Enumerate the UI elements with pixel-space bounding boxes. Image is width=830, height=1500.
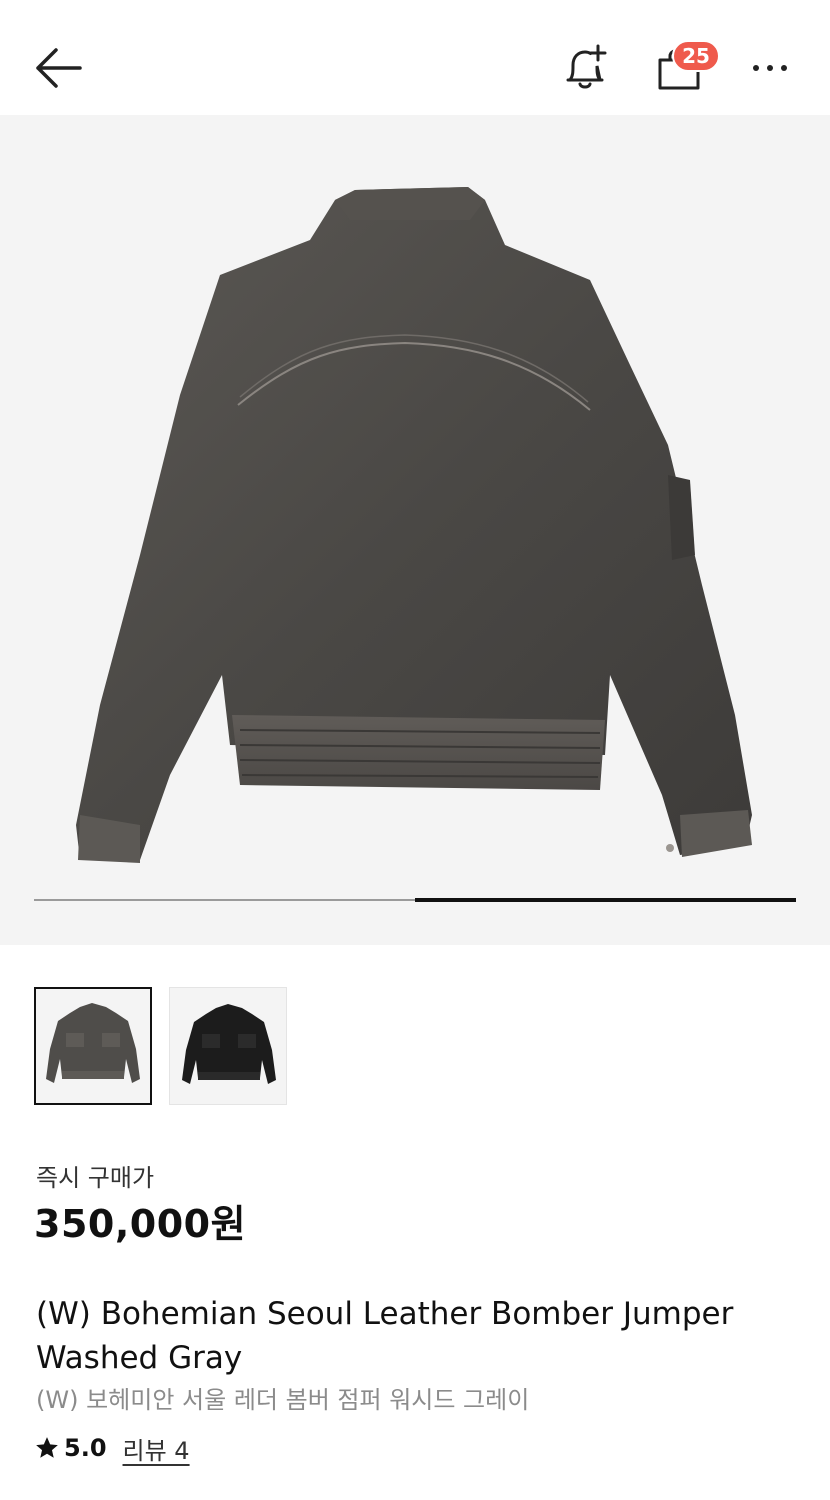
back-button[interactable] (30, 40, 90, 100)
product-title-korean: (W) 보헤미안 서울 레더 봄버 점퍼 워시드 그레이 (36, 1386, 530, 1414)
top-app-bar: 25 (0, 0, 830, 115)
notification-button[interactable] (556, 38, 616, 98)
carousel-progress-indicator (415, 898, 796, 902)
more-horizontal-icon (753, 65, 787, 71)
jacket-black-thumbnail (182, 1004, 276, 1084)
bell-plus-icon (566, 44, 607, 89)
cart-count-badge: 25 (672, 40, 720, 72)
thumbnail-black[interactable] (169, 987, 287, 1105)
thumbnail-washed-gray[interactable] (34, 987, 152, 1105)
jacket-washed-gray-thumbnail (46, 1003, 140, 1083)
product-image-carousel[interactable] (0, 115, 830, 945)
product-title: (W) Bohemian Seoul Leather Bomber Jumper… (36, 1296, 734, 1376)
price-label: 즉시 구매가 (36, 1164, 155, 1192)
jacket-back-image (76, 187, 752, 863)
review-link[interactable]: 리뷰 4 (123, 1431, 190, 1466)
rating-row: 5.0 리뷰 4 (34, 1430, 190, 1466)
arrow-left-icon (36, 48, 82, 88)
star-icon (36, 1437, 58, 1458)
price-value: 350,000원 (34, 1202, 247, 1246)
more-button[interactable] (744, 44, 800, 94)
rating-score: 5.0 (64, 1434, 107, 1462)
